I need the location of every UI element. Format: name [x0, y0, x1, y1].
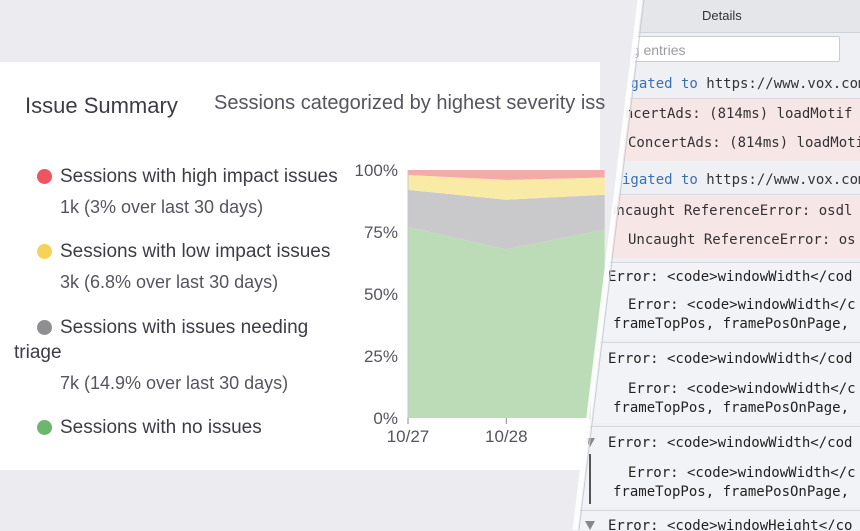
log-filter-input[interactable]: og entries — [575, 36, 840, 62]
nav-keyword: igated to — [622, 172, 698, 188]
legend-item-no-issues[interactable]: Sessions with no issues — [37, 415, 262, 440]
expand-triangle-icon[interactable] — [585, 521, 595, 530]
legend-label: Sessions with low impact issues — [60, 241, 331, 262]
log-detail: Error: <code>windowWidth</c — [628, 465, 856, 481]
nav-url: https://www.vox.com — [697, 76, 860, 92]
group-indent-bar — [589, 454, 591, 504]
log-summary: Error: <code>windowWidth</cod — [608, 351, 853, 367]
card-title: Issue Summary — [25, 93, 178, 118]
log-detail: frameTopPos, framePosOnPage, — [613, 316, 850, 332]
issue-summary-card: Issue Summary Sessions categorized by hi… — [0, 62, 615, 470]
legend-item-needs-triage[interactable]: Sessions with issues needing triage 7k (… — [14, 315, 309, 394]
legend-label: Sessions with no issues — [60, 417, 262, 438]
log-detail: ConcertAds: (814ms) loadMoti — [628, 135, 860, 151]
log-summary: Error: <code>windowWidth</cod — [608, 435, 853, 451]
log-detail: frameTopPos, framePosOnPage, — [613, 400, 850, 416]
nav-keyword: igated to — [622, 76, 698, 92]
y-tick-label: 75% — [364, 223, 398, 242]
filter-placeholder: og entries — [624, 42, 686, 58]
log-entry-warning[interactable]: Error: <code>windowWidth</cod Error: <co… — [575, 426, 860, 507]
card-subtitle: Sessions categorized by highest severity… — [214, 92, 606, 114]
legend-label: Sessions with high impact issues — [60, 166, 338, 187]
y-tick-label: 50% — [364, 285, 398, 304]
log-summary: Uncaught ReferenceError: osdl — [608, 203, 853, 219]
y-tick-label: 100% — [355, 161, 398, 180]
log-summary: Error: <code>windowHeight</co — [608, 518, 853, 531]
no-issues-dot-icon — [37, 420, 52, 435]
low-impact-dot-icon — [37, 244, 52, 259]
needs-triage-dot-icon — [37, 320, 52, 335]
log-summary: ConcertAds: (814ms) loadMotif — [608, 106, 853, 122]
high-impact-dot-icon — [37, 169, 52, 184]
legend-stat: 3k (6.8% over last 30 days) — [60, 272, 279, 292]
area-series-0 — [408, 227, 605, 418]
y-tick-label: 25% — [364, 347, 398, 366]
tab-details[interactable]: Details — [702, 8, 742, 23]
legend-item-low-impact[interactable]: Sessions with low impact issues 3k (6.8%… — [37, 239, 330, 293]
log-entry-warning[interactable]: Error: <code>windowWidth</cod Error: <co… — [575, 342, 860, 423]
x-tick-label: 10/28 — [485, 427, 528, 446]
legend-stat: 7k (14.9% over last 30 days) — [60, 373, 289, 393]
legend-label: Sessions with issues needing — [60, 317, 309, 338]
x-tick-label: 10/27 — [387, 427, 430, 446]
legend-item-high-impact[interactable]: Sessions with high impact issues 1k (3% … — [37, 164, 338, 218]
log-detail: Error: <code>windowWidth</c — [628, 381, 856, 397]
legend-label-continued: triage — [14, 342, 62, 363]
log-detail: Error: <code>windowWidth</c — [628, 297, 856, 313]
nav-url: https://www.vox.com — [697, 172, 860, 188]
legend-stat: 1k (3% over last 30 days) — [60, 197, 264, 217]
expand-triangle-icon[interactable] — [585, 438, 595, 447]
log-entry-warning[interactable]: Error: <code>windowHeight</co — [575, 510, 860, 531]
y-tick-label: 0% — [373, 409, 398, 428]
log-detail: Uncaught ReferenceError: os — [628, 232, 856, 248]
stacked-area-chart: 100%75%50%25%0%10/2710/2810/29 — [355, 161, 615, 446]
log-detail: frameTopPos, framePosOnPage, — [613, 484, 850, 500]
log-summary: Error: <code>windowWidth</cod — [608, 269, 853, 285]
